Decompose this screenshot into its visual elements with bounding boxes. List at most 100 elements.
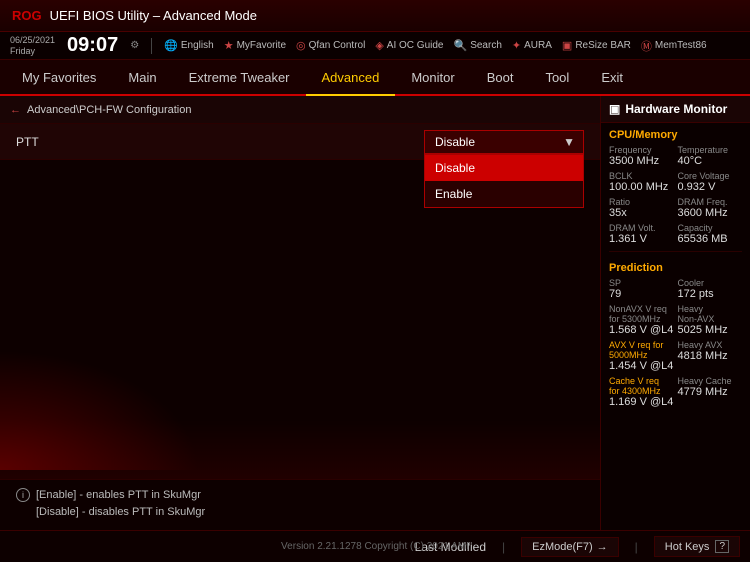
ptt-current-value: Disable [435, 135, 475, 149]
hw-dramfreq-value: 3600 MHz [678, 207, 743, 219]
toolbar-qfan[interactable]: ◎ Qfan Control [296, 39, 365, 52]
hw-monitor-icon: ▣ [609, 102, 620, 116]
globe-icon: 🌐 [164, 39, 178, 52]
main-nav: My Favorites Main Extreme Tweaker Advanc… [0, 60, 750, 96]
hw-cpu-memory-title: CPU/Memory [601, 123, 750, 145]
hw-cache-req-label: Cache V reqfor 4300MHz [609, 376, 674, 396]
hw-dramfreq-label: DRAM Freq. [678, 197, 743, 207]
hw-avx-req-label: AVX V req for5000MHz [609, 340, 674, 360]
hotkeys-label: Hot Keys [665, 541, 710, 553]
breadcrumb-path: Advanced\PCH-FW Configuration [27, 104, 191, 116]
aura-icon: ✦ [512, 39, 521, 52]
hw-nonavx-req-label: NonAVX V reqfor 5300MHz [609, 304, 674, 324]
status-bar: Version 2.21.1278 Copyright (C) 2021 AMI… [0, 530, 750, 562]
day-of-week: Friday [10, 46, 55, 57]
dropdown-arrow-icon: ▼ [563, 135, 575, 149]
hw-avx-req-value: 1.454 V @L4 [609, 360, 674, 372]
search-icon: 🔍 [454, 39, 468, 52]
toolbar-items: 🌐 English ★ MyFavorite ◎ Qfan Control ◈ … [164, 38, 706, 54]
hw-corevolt-label: Core Voltage [678, 171, 743, 181]
nav-tool[interactable]: Tool [529, 60, 585, 94]
hw-frequency-cell: Frequency 3500 MHz [609, 145, 674, 167]
toolbar-qfan-label: Qfan Control [309, 40, 366, 51]
ptt-option-enable[interactable]: Enable [425, 181, 583, 207]
toolbar-search[interactable]: 🔍 Search [454, 39, 502, 52]
nav-boot[interactable]: Boot [471, 60, 530, 94]
resize-icon: ▣ [562, 39, 572, 52]
toolbar-english[interactable]: 🌐 English [164, 39, 214, 52]
info-section: i [Enable] - enables PTT in SkuMgr i [Di… [0, 479, 600, 530]
hw-capacity-label: Capacity [678, 223, 743, 233]
nav-monitor[interactable]: Monitor [395, 60, 470, 94]
ptt-dropdown-button[interactable]: Disable ▼ [424, 130, 584, 154]
hw-nonavx-req-value: 1.568 V @L4 [609, 324, 674, 336]
hw-cooler-value: 172 pts [678, 288, 743, 300]
hw-cooler-label: Cooler [678, 278, 743, 288]
hw-heavy-cache-label: Heavy Cache [678, 376, 743, 386]
rog-logo: ROG [12, 8, 42, 23]
ezmode-button[interactable]: EzMode(F7) → [521, 537, 619, 557]
toolbar-resizebar-label: ReSize BAR [575, 40, 631, 51]
hw-heavy-cache-value: 4779 MHz [678, 386, 743, 398]
nav-exit[interactable]: Exit [585, 60, 639, 94]
status-divider-1: | [502, 540, 505, 554]
ezmode-label: EzMode(F7) [532, 541, 593, 553]
hw-heavy-nonavx-value: 5025 MHz [678, 324, 743, 336]
hw-bclk-cell: BCLK 100.00 MHz [609, 171, 674, 193]
hw-sp-cell: SP 79 [609, 278, 674, 300]
breadcrumb: ← Advanced\PCH-FW Configuration [0, 96, 600, 124]
hw-monitor-title: Hardware Monitor [625, 102, 727, 116]
toolbar-myfavorite[interactable]: ★ MyFavorite [224, 39, 286, 52]
info-line-1: i [Enable] - enables PTT in SkuMgr [16, 488, 584, 502]
ptt-label: PTT [16, 135, 424, 149]
settings-area: PTT Disable ▼ Disable Enable [0, 124, 600, 160]
ptt-option-disable[interactable]: Disable [425, 155, 583, 181]
nav-extreme-tweaker[interactable]: Extreme Tweaker [173, 60, 306, 94]
star-icon: ★ [224, 39, 234, 52]
hw-heavy-avx-label: Heavy AVX [678, 340, 743, 350]
hw-sp-label: SP [609, 278, 674, 288]
nav-my-favorites[interactable]: My Favorites [6, 60, 112, 94]
toolbar-memtest[interactable]: Ⓜ MemTest86 [641, 38, 707, 54]
hw-bclk-label: BCLK [609, 171, 674, 181]
nav-advanced[interactable]: Advanced [306, 60, 396, 96]
toolbar-english-label: English [181, 40, 214, 51]
hw-cpu-memory-grid: Frequency 3500 MHz Temperature 40°C BCLK… [601, 145, 750, 245]
app-title: UEFI BIOS Utility – Advanced Mode [50, 8, 257, 23]
hw-corevolt-cell: Core Voltage 0.932 V [678, 171, 743, 193]
toolbar-aioc-label: AI OC Guide [387, 40, 444, 51]
hw-cache-req-value: 1.169 V @L4 [609, 396, 674, 408]
hw-ratio-label: Ratio [609, 197, 674, 207]
version-text: Version 2.21.1278 Copyright (C) 2021 AMI [281, 541, 469, 552]
ptt-control: Disable ▼ Disable Enable [424, 130, 584, 154]
hw-panel: ▣ Hardware Monitor CPU/Memory Frequency … [600, 96, 750, 530]
ptt-dropdown-menu: Disable Enable [424, 154, 584, 208]
datetime-display: 06/25/2021 Friday [10, 35, 55, 57]
ai-icon: ◈ [375, 39, 383, 52]
content-area: ← Advanced\PCH-FW Configuration PTT Disa… [0, 96, 750, 530]
gear-icon[interactable]: ⚙ [130, 40, 139, 51]
toolbar-aioc[interactable]: ◈ AI OC Guide [375, 39, 443, 52]
hw-bclk-value: 100.00 MHz [609, 181, 674, 193]
back-arrow-icon[interactable]: ← [10, 104, 21, 116]
toolbar-resizebar[interactable]: ▣ ReSize BAR [562, 39, 631, 52]
info-icon-1: i [16, 488, 30, 502]
hw-cooler-cell: Cooler 172 pts [678, 278, 743, 300]
hw-ratio-value: 35x [609, 207, 674, 219]
hw-heavy-nonavx-cell: HeavyNon-AVX 5025 MHz [678, 304, 743, 336]
hw-heavy-avx-cell: Heavy AVX 4818 MHz [678, 340, 743, 372]
bg-glow [0, 350, 200, 470]
hw-prediction-grid: SP 79 Cooler 172 pts NonAVX V reqfor 530… [601, 278, 750, 408]
info-text-2: [Disable] - disables PTT in SkuMgr [36, 506, 205, 518]
hw-ratio-cell: Ratio 35x [609, 197, 674, 219]
toolbar-memtest-label: MemTest86 [655, 40, 707, 51]
nav-main[interactable]: Main [112, 60, 172, 94]
toolbar-aura[interactable]: ✦ AURA [512, 39, 552, 52]
hw-frequency-value: 3500 MHz [609, 155, 674, 167]
hw-temperature-value: 40°C [678, 155, 743, 167]
hotkeys-button[interactable]: Hot Keys ? [654, 536, 740, 557]
info-bar: 06/25/2021 Friday 09:07 ⚙ 🌐 English ★ My… [0, 32, 750, 60]
memtest-icon: Ⓜ [641, 38, 652, 54]
hw-monitor-header: ▣ Hardware Monitor [601, 96, 750, 123]
info-line-2: i [Disable] - disables PTT in SkuMgr [16, 505, 584, 519]
